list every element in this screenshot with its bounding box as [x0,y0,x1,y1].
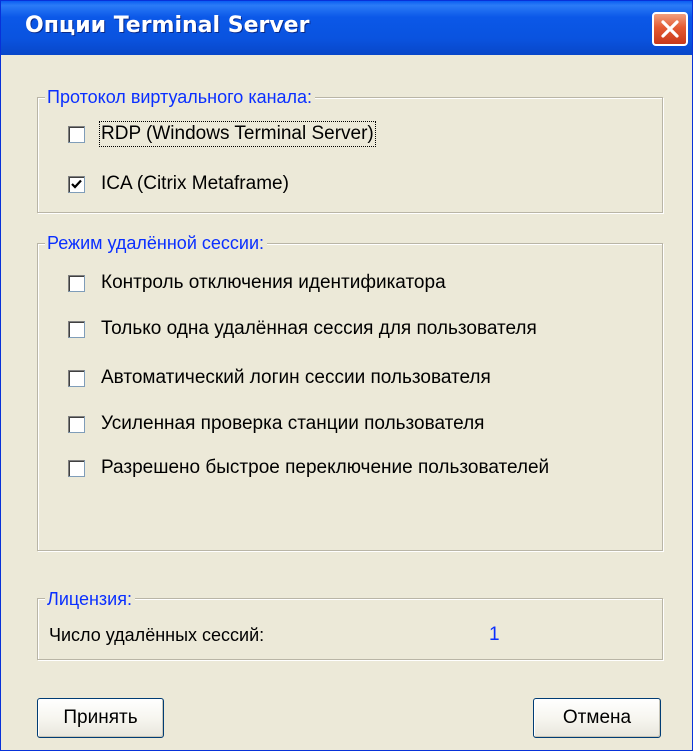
fast-switch-label[interactable]: Разрешено быстрое переключение пользоват… [101,457,549,479]
single-session-label[interactable]: Только одна удалённая сессия для пользов… [101,318,537,340]
rdp-label[interactable]: RDP (Windows Terminal Server) [99,121,376,147]
ica-checkbox[interactable] [68,175,85,193]
session-option-single-session[interactable]: Только одна удалённая сессия для пользов… [68,318,537,340]
fast-switch-checkbox[interactable] [68,459,85,477]
close-button[interactable] [652,12,688,46]
station-check-label[interactable]: Усиленная проверка станции пользователя [101,413,484,435]
single-session-checkbox[interactable] [68,320,85,338]
session-option-auto-login[interactable]: Автоматический логин сессии пользователя [68,367,491,389]
session-group-legend: Режим удалённой сессии: [45,233,267,253]
station-check-checkbox[interactable] [68,415,85,433]
close-icon [661,20,679,38]
auto-login-label[interactable]: Автоматический логин сессии пользователя [101,367,491,389]
checkmark-icon [71,179,82,189]
window-title: Опции Terminal Server [25,13,310,38]
dialog-window: Опции Terminal Server Протокол виртуальн… [0,0,693,751]
disconnect-control-checkbox[interactable] [68,274,85,292]
session-option-disconnect-control[interactable]: Контроль отключения идентификатора [68,272,446,294]
rdp-checkbox[interactable] [68,125,85,143]
session-option-fast-switch[interactable]: Разрешено быстрое переключение пользоват… [68,457,549,479]
cancel-button[interactable]: Отмена [533,698,661,738]
disconnect-control-label[interactable]: Контроль отключения идентификатора [101,272,446,294]
remote-sessions-count-value: 1 [489,624,500,645]
accept-button[interactable]: Принять [37,698,164,738]
auto-login-checkbox[interactable] [68,369,85,387]
ica-label[interactable]: ICA (Citrix Metaframe) [101,173,289,195]
ica-option[interactable]: ICA (Citrix Metaframe) [68,173,289,195]
license-group-legend: Лицензия: [45,589,135,609]
rdp-option[interactable]: RDP (Windows Terminal Server) [68,121,376,147]
protocol-group-legend: Протокол виртуального канала: [45,87,316,107]
title-bar[interactable]: Опции Terminal Server [1,1,692,55]
protocol-groupbox [37,97,663,213]
remote-sessions-count-label: Число удалённых сессий: [49,625,265,645]
session-option-station-check[interactable]: Усиленная проверка станции пользователя [68,413,484,435]
